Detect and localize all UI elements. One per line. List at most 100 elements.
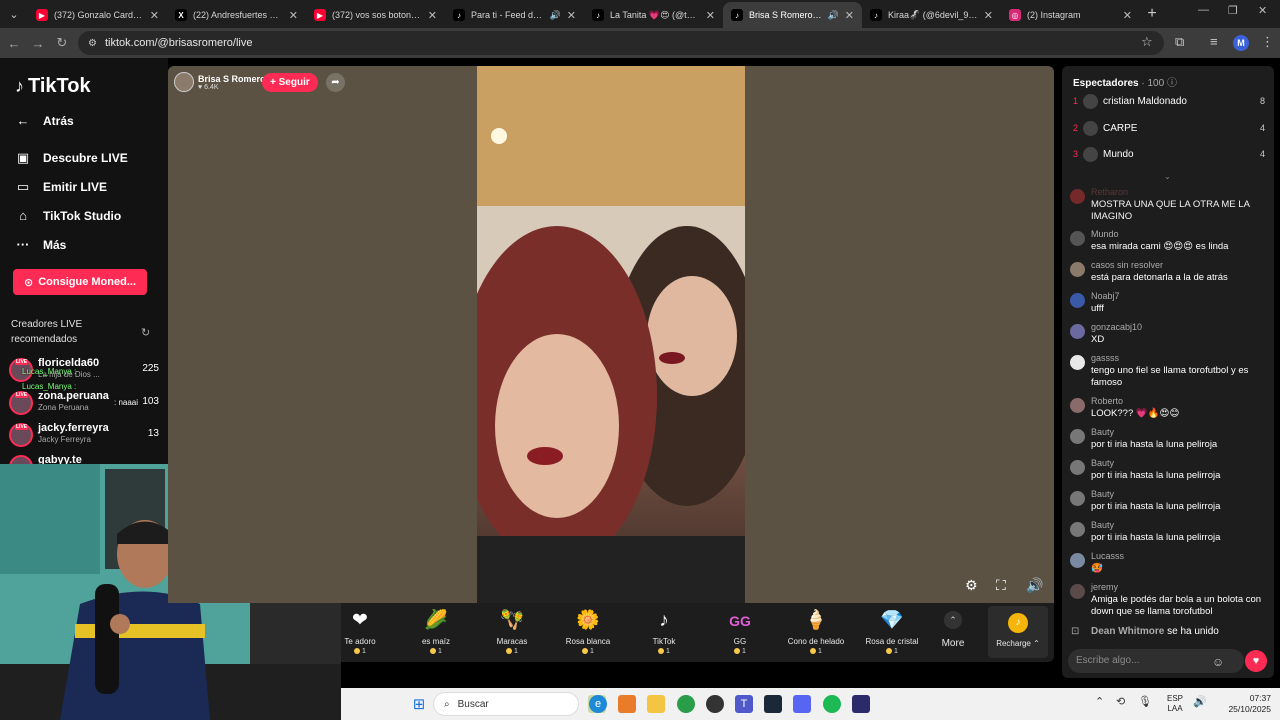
avatar[interactable]	[1070, 553, 1085, 568]
chat-username[interactable]: Retharon	[1091, 187, 1128, 197]
refresh-icon[interactable]: ↻	[141, 326, 150, 339]
reload-icon[interactable]: ↻	[50, 35, 74, 51]
windows-start-icon[interactable]: ⊞	[410, 695, 428, 713]
system-clock[interactable]: 07:37 25/10/2025	[1209, 693, 1271, 715]
browser-tab[interactable]: ▶ (372) Gonzalo Cardozo - ✕	[28, 2, 167, 28]
tab-close-icon[interactable]: ✕	[150, 9, 159, 22]
creator-item[interactable]: gabyy.te	[9, 453, 159, 464]
close-window-icon[interactable]: ✕	[1258, 4, 1267, 17]
info-icon[interactable]: ⓘ	[1167, 78, 1177, 89]
chat-username[interactable]: gassss	[1091, 353, 1119, 363]
browser-tab[interactable]: ♪ La Tanita 💗😍 (@tana2 ✕	[584, 2, 723, 28]
avatar[interactable]	[1070, 460, 1085, 475]
viewers-heading[interactable]: Espectadores · 100 ⓘ	[1073, 74, 1177, 89]
edge-icon[interactable]: e	[589, 695, 607, 713]
like-heart-button[interactable]: ♥	[1245, 650, 1267, 672]
tab-close-icon[interactable]: ✕	[706, 9, 715, 22]
microphone-icon[interactable]: 🎙	[1138, 695, 1152, 708]
browser-tab[interactable]: ♪ Kiraa🦨 (@6devil_9_) | Ti ✕	[862, 2, 1001, 28]
more-gifts-button[interactable]: ⌃ More	[938, 611, 968, 649]
chat-username[interactable]: casos sin resolver	[1091, 260, 1163, 270]
chat-username[interactable]: Bauty	[1091, 458, 1114, 468]
volume-icon[interactable]: 🔊	[1026, 577, 1043, 594]
chat-username[interactable]: jeremy	[1091, 582, 1118, 592]
gift-item[interactable]: 🍦 Cono de helado 1	[781, 609, 851, 655]
gift-item[interactable]: ❤ Te adoro 1	[325, 609, 395, 655]
gift-item[interactable]: 🌼 Rosa blanca 1	[553, 609, 623, 655]
avatar[interactable]	[1070, 262, 1085, 277]
fullscreen-icon[interactable]: ⛶	[996, 577, 1006, 594]
copilot-icon[interactable]	[618, 695, 636, 713]
sidebar-item-more[interactable]: ··· Más	[15, 237, 67, 252]
chat-username[interactable]: gonzacabj10	[1091, 322, 1142, 332]
top-viewer-row[interactable]: 2 CARPE 4	[1073, 119, 1265, 139]
chat-username[interactable]: Lucasss	[1091, 551, 1124, 561]
steam-icon[interactable]	[764, 695, 782, 713]
gift-item[interactable]: 💎 Rosa de cristal 1	[857, 609, 927, 655]
file-explorer-icon[interactable]	[647, 695, 665, 713]
chat-username[interactable]: Bauty	[1091, 489, 1114, 499]
tab-close-icon[interactable]: ✕	[428, 9, 437, 22]
host-avatar[interactable]	[174, 72, 194, 92]
browser-tab[interactable]: ♪ Para ti - Feed de TikTo 🔊 ✕	[445, 2, 584, 28]
forward-icon[interactable]: →	[26, 36, 50, 51]
language-indicator[interactable]: ESP LAA	[1167, 694, 1183, 714]
discord-icon[interactable]	[793, 695, 811, 713]
avatar[interactable]	[1070, 398, 1085, 413]
media-control-icon[interactable]: ≡	[1210, 34, 1218, 49]
get-coins-button[interactable]: ⊙ Consigue Moned...	[13, 269, 147, 295]
avatar[interactable]	[1070, 429, 1085, 444]
creator-item[interactable]: LIVE jacky.ferreyra Jacky Ferreyra 13	[9, 421, 159, 449]
avatar[interactable]	[1070, 522, 1085, 537]
share-icon[interactable]: ➦	[326, 73, 345, 92]
profile-avatar[interactable]: M	[1233, 35, 1249, 51]
top-viewer-row[interactable]: 1 cristian Maldonado 8	[1073, 92, 1265, 112]
avatar[interactable]	[1070, 293, 1085, 308]
gift-item[interactable]: ♪ TikTok 1	[629, 609, 699, 655]
browser-menu-icon[interactable]: ⋮	[1261, 34, 1274, 50]
expand-chevron-icon[interactable]: ⌄	[1164, 172, 1171, 181]
sidebar-item-go-live[interactable]: ▭ Emitir LIVE	[15, 179, 107, 195]
browser-tab[interactable]: ▶ (372) vos sos boton flor d ✕	[306, 2, 445, 28]
follow-button[interactable]: + Seguir	[262, 73, 318, 92]
gift-item[interactable]: 🌽 es maíz 1	[401, 609, 471, 655]
tab-audio-icon[interactable]: 🔊	[550, 10, 561, 21]
tab-close-icon[interactable]: ✕	[845, 9, 854, 22]
extensions-icon[interactable]: ⧉	[1175, 34, 1184, 50]
back-link[interactable]: ← Atrás	[15, 113, 74, 128]
browser-tab[interactable]: ♪ Brisa S Romero (@bri 🔊 ✕	[723, 2, 862, 28]
site-info-icon[interactable]: ⚙	[88, 38, 97, 49]
sidebar-item-discover-live[interactable]: ▣ Descubre LIVE	[15, 150, 128, 166]
chat-username[interactable]: Noabj7	[1091, 291, 1120, 301]
gift-item[interactable]: 🪇 Maracas 1	[477, 609, 547, 655]
bookmark-star-icon[interactable]: ☆	[1141, 34, 1153, 50]
tab-close-icon[interactable]: ✕	[984, 9, 993, 22]
sidebar-item-tiktok-studio[interactable]: ⌂ TikTok Studio	[15, 208, 121, 223]
back-icon[interactable]: ←	[2, 36, 26, 51]
new-tab-button[interactable]: +	[1140, 5, 1164, 23]
tab-search-chevron-icon[interactable]: ⌄	[0, 0, 28, 28]
tiktok-logo[interactable]: ♪ TikTok	[15, 75, 91, 98]
browser-tab[interactable]: X (22) Andresfuertes en X: ✕	[167, 2, 306, 28]
live-video[interactable]	[457, 66, 762, 603]
emoji-icon[interactable]: ☺	[1212, 655, 1224, 669]
tray-chevron-up-icon[interactable]: ⌃	[1095, 695, 1104, 708]
speaker-icon[interactable]: 🔊	[1193, 695, 1207, 708]
tab-close-icon[interactable]: ✕	[567, 9, 576, 22]
avatar[interactable]	[1070, 584, 1085, 599]
avatar[interactable]	[1070, 491, 1085, 506]
chat-username[interactable]: Bauty	[1091, 427, 1114, 437]
app-icon[interactable]	[852, 695, 870, 713]
obs-icon[interactable]	[706, 695, 724, 713]
settings-icon[interactable]: ⚙	[965, 577, 978, 594]
chat-username[interactable]: Bauty	[1091, 520, 1114, 530]
gift-item[interactable]: GG GG 1	[705, 609, 775, 655]
browser-tab[interactable]: ◎ (2) Instagram ✕	[1001, 2, 1140, 28]
minimize-icon[interactable]: —	[1198, 4, 1209, 16]
avatar[interactable]	[1070, 189, 1085, 204]
spotify-icon[interactable]	[823, 695, 841, 713]
chat-username[interactable]: Mundo	[1091, 229, 1119, 239]
taskbar-search[interactable]: ⌕ Buscar	[433, 692, 579, 716]
tab-close-icon[interactable]: ✕	[1123, 9, 1132, 22]
host-info[interactable]: Brisa S Romero ♥ 6.4K	[174, 72, 266, 92]
